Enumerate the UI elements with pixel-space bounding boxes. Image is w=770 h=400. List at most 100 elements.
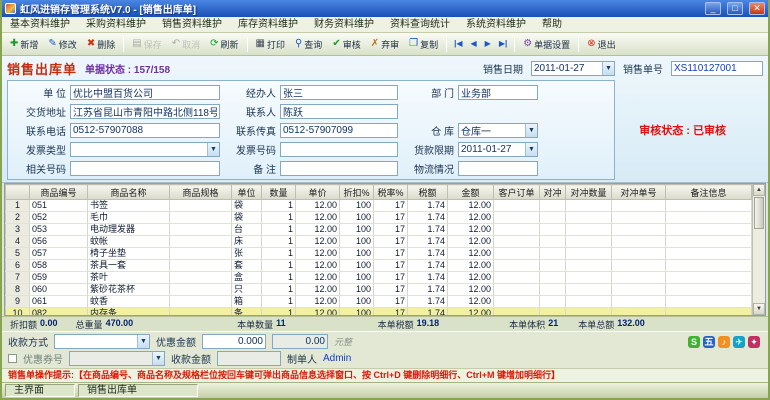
column-header-3[interactable]: 单位	[231, 184, 262, 200]
menu-item-purchase-data[interactable]: 采购资料维护	[78, 17, 154, 32]
toolbar-label-delete: 删除	[97, 39, 116, 50]
sound-icon[interactable]: ♪	[718, 336, 730, 348]
column-header-11[interactable]: 对冲	[539, 184, 566, 200]
table-row[interactable]: 8 060 紫砂花茶杯只 1 12.00 100 17 1.74 12.00	[5, 283, 752, 296]
column-header-12[interactable]: 对冲数量	[565, 184, 612, 200]
input-method-icon[interactable]: 五	[703, 336, 715, 348]
sale-date-input[interactable]	[532, 62, 602, 75]
address-input[interactable]	[70, 103, 220, 119]
menu-item-sales-data[interactable]: 销售资料维护	[154, 17, 230, 32]
warehouse-select[interactable]: ▼	[458, 122, 538, 138]
cell	[539, 235, 566, 248]
toolbar-button-edit[interactable]: ✎ 修改	[43, 35, 81, 54]
toolbar-button-nav-next[interactable]: ▶	[481, 35, 495, 54]
sale-date-picker[interactable]: ▼	[531, 61, 615, 76]
column-header-7[interactable]: 税率%	[373, 184, 408, 200]
column-header-9[interactable]: 金额	[447, 184, 494, 200]
payment-method-dropdown-icon[interactable]: ▼	[137, 335, 149, 348]
menu-item-inventory-data[interactable]: 库存资料维护	[230, 17, 306, 32]
column-header-0[interactable]: 商品编号	[29, 184, 88, 200]
payment-method-select[interactable]: ▼	[54, 334, 150, 349]
due-date-dropdown-icon[interactable]: ▼	[525, 142, 537, 156]
due-date-picker[interactable]: ▼	[458, 141, 538, 157]
unit-label: 单 位	[43, 88, 66, 100]
logistics-input[interactable]	[458, 160, 538, 176]
menu-item-query-stats[interactable]: 资料查询统计	[382, 17, 458, 32]
warehouse-input[interactable]	[459, 123, 525, 137]
column-header-5[interactable]: 单价	[295, 184, 340, 200]
column-header-4[interactable]: 数量	[261, 184, 296, 200]
toolbar-button-nav-last[interactable]: ▶|	[495, 35, 511, 54]
toolbar-button-refresh[interactable]: ⟳ 刷新	[205, 35, 243, 54]
minimize-button[interactable]: _	[705, 2, 721, 15]
items-table-container[interactable]: 商品编号 商品名称 商品规格 单位 数量 单价 折扣% 税率% 税额 金额 客户订单 对冲 对冲数量 对冲…	[5, 184, 752, 315]
scroll-up-icon[interactable]: ▲	[753, 184, 765, 196]
summary-label: 本单体积	[509, 319, 546, 330]
scroll-down-icon[interactable]: ▼	[753, 303, 765, 315]
dept-input[interactable]	[458, 84, 538, 100]
column-header-6[interactable]: 折扣%	[339, 184, 374, 200]
invoice-type-input[interactable]	[71, 142, 207, 156]
skype-icon[interactable]: S	[688, 336, 700, 348]
column-header-13[interactable]: 对冲单号	[611, 184, 666, 200]
toolbar-button-audit[interactable]: ✔ 审核	[327, 35, 365, 54]
table-row[interactable]: 5 057 椅子坐垫张 1 12.00 100 17 1.74 12.00	[5, 247, 752, 260]
table-row[interactable]: 2 052 毛巾袋 1 12.00 100 17 1.74 12.00	[5, 211, 752, 224]
ref-no-input[interactable]	[70, 160, 220, 176]
unit-input[interactable]	[70, 84, 220, 100]
phone-input[interactable]	[70, 122, 220, 138]
toolbar-button-copy[interactable]: ❐ 复制	[404, 35, 443, 54]
vertical-scrollbar[interactable]: ▲ ▼	[752, 184, 765, 315]
maximize-button[interactable]: □	[727, 2, 743, 15]
fax-input[interactable]	[280, 122, 398, 138]
menu-item-system-data[interactable]: 系统资料维护	[458, 17, 534, 32]
column-header-10[interactable]: 客户订单	[493, 184, 540, 200]
invoice-type-dropdown-icon[interactable]: ▼	[207, 142, 219, 156]
invoice-no-input[interactable]	[280, 141, 398, 157]
table-row[interactable]: 9 061 蚊香箱 1 12.00 100 17 1.74 12.00	[5, 295, 752, 308]
scroll-thumb[interactable]	[754, 197, 764, 229]
menu-item-finance-data[interactable]: 财务资料维护	[306, 17, 382, 32]
clock-icon[interactable]: ✦	[748, 336, 760, 348]
cell	[493, 211, 540, 224]
column-header-14[interactable]: 备注信息	[665, 184, 752, 200]
toolbar-button-nav-prev[interactable]: ◀	[467, 35, 481, 54]
sale-no-input[interactable]	[671, 61, 763, 76]
table-row[interactable]: 4 056 蚊帐床 1 12.00 100 17 1.74 12.00	[5, 235, 752, 248]
remark-input[interactable]	[280, 160, 398, 176]
cell: 12.00	[295, 223, 340, 236]
calendar-dropdown-icon[interactable]: ▼	[602, 62, 614, 75]
toolbar-button-new[interactable]: ✚ 新增	[5, 35, 43, 54]
payment-method-input[interactable]	[55, 335, 137, 348]
menu-item-help[interactable]: 帮助	[534, 17, 570, 32]
toolbar-button-print[interactable]: ▦ 打印	[251, 35, 290, 54]
due-date-input[interactable]	[459, 142, 525, 156]
column-header-1[interactable]: 商品名称	[87, 184, 170, 200]
toolbar-button-doc-settings[interactable]: ⚙ 单据设置	[518, 35, 575, 54]
table-row[interactable]: 10 082 内存条条 1 12.00 100 17 1.74 12.00	[5, 307, 752, 315]
status-doc: 销售出库单	[78, 384, 198, 397]
table-row[interactable]: 6 058 茶具一套套 1 12.00 100 17 1.74 12.00	[5, 259, 752, 272]
agent-input[interactable]	[280, 84, 398, 100]
table-row[interactable]: 7 059 茶叶盒 1 12.00 100 17 1.74 12.00	[5, 271, 752, 284]
toolbar-button-search[interactable]: ⚲ 查询	[290, 35, 327, 54]
coupon-checkbox[interactable]	[8, 354, 17, 363]
close-button[interactable]: ✕	[749, 2, 765, 15]
discount-amount-input[interactable]	[202, 334, 266, 349]
coupon-label: 优惠券号	[23, 355, 63, 366]
menu-item-basic-data[interactable]: 基本资料维护	[2, 17, 78, 32]
column-header-2[interactable]: 商品规格	[169, 184, 232, 200]
audit-status-label: 审核状态 :	[639, 125, 690, 137]
warehouse-dropdown-icon[interactable]: ▼	[525, 123, 537, 137]
toolbar-button-unaudit[interactable]: ✗ 弃审	[366, 35, 404, 54]
toolbar-button-nav-first[interactable]: |◀	[450, 35, 466, 54]
contact-input[interactable]	[280, 103, 398, 119]
payment-method-label: 收款方式	[8, 338, 48, 349]
network-icon[interactable]: ✈	[733, 336, 745, 348]
toolbar-button-delete[interactable]: ✖ 删除	[82, 35, 120, 54]
invoice-type-select[interactable]: ▼	[70, 141, 220, 157]
toolbar-button-exit[interactable]: ⊗ 退出	[582, 35, 620, 54]
table-row[interactable]: 1 051 书签袋 1 12.00 100 17 1.74 12.00	[5, 199, 752, 212]
column-header-8[interactable]: 税额	[407, 184, 448, 200]
table-row[interactable]: 3 053 电动理发器台 1 12.00 100 17 1.74 12.00	[5, 223, 752, 236]
